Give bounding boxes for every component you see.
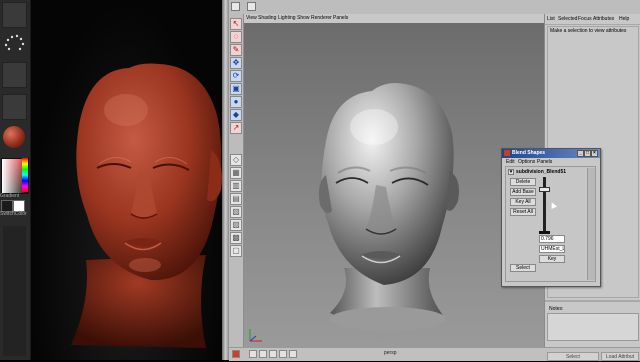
- selected-menu[interactable]: Selected: [558, 14, 577, 24]
- soft-mod-tool-icon[interactable]: ◆: [230, 109, 242, 121]
- attributes-menu[interactable]: Attributes: [593, 14, 614, 24]
- window-app-icon: [504, 150, 510, 156]
- blend-shapes-titlebar[interactable]: Blend Shapes _ □ ×: [502, 149, 600, 158]
- status-dropdown-icon[interactable]: [247, 2, 256, 11]
- toolbox: ↖ ◌ ✎ ✥ ⟳ ▣ ● ◆ ↗ ◇ ▦ ▥ ▤ ▧ ▨ ▩ ▢: [229, 14, 244, 360]
- shelf-icon-2[interactable]: [259, 350, 267, 358]
- view-menu[interactable]: View: [246, 14, 257, 23]
- alpha-slot[interactable]: [2, 62, 27, 88]
- panels-menu[interactable]: Panels: [333, 14, 348, 23]
- gradient-label: Gradient: [0, 193, 20, 199]
- no-selection-message: Make a selection to view attributes: [550, 28, 627, 34]
- red-head-sculpt: [71, 63, 222, 348]
- panels-menu[interactable]: Panels: [537, 158, 552, 166]
- select-tool-icon[interactable]: ↖: [230, 18, 242, 30]
- blend-node-name: subdivision_Blend51: [516, 169, 567, 175]
- blend-shape-panel: ▾ subdivision_Blend51 Delete Add Base Ke…: [505, 166, 596, 282]
- window-divider: [222, 0, 229, 360]
- help-menu[interactable]: Help: [619, 14, 629, 24]
- viewport-menubar: View Shading Lighting Show Renderer Pane…: [244, 14, 544, 23]
- lasso-tool-icon[interactable]: ◌: [230, 31, 242, 43]
- manipulator-tool-icon[interactable]: ●: [230, 96, 242, 108]
- reset-all-button[interactable]: Reset All: [510, 208, 536, 216]
- lighting-menu[interactable]: Lighting: [278, 14, 296, 23]
- shelf-icon-5[interactable]: [289, 350, 297, 358]
- layout-side-icon[interactable]: ▥: [230, 180, 242, 192]
- collapse-arrow-icon[interactable]: ▾: [508, 169, 514, 175]
- layout-script-icon[interactable]: ▢: [230, 245, 242, 257]
- hue-strip[interactable]: [22, 158, 28, 192]
- zbrush-canvas[interactable]: [31, 0, 222, 360]
- key-all-button[interactable]: Key All: [510, 198, 536, 206]
- shading-menu[interactable]: Shading: [258, 14, 276, 23]
- notes-field[interactable]: [547, 313, 639, 341]
- shelf-icon-3[interactable]: [269, 350, 277, 358]
- layout-outliner-icon[interactable]: ▧: [230, 206, 242, 218]
- maximize-icon[interactable]: □: [584, 150, 591, 157]
- weight-value-field[interactable]: 0.796: [539, 235, 565, 243]
- material-sphere-icon[interactable]: [3, 126, 25, 148]
- notes-label: Notes:: [549, 306, 564, 312]
- tray-empty-area: [3, 226, 26, 356]
- list-menu[interactable]: List: [547, 14, 555, 24]
- layout-graph-icon[interactable]: ▨: [230, 219, 242, 231]
- key-button[interactable]: Key: [539, 255, 565, 263]
- select-button[interactable]: Select: [510, 264, 536, 272]
- move-tool-icon[interactable]: ✥: [230, 57, 242, 69]
- edit-menu[interactable]: Edit: [506, 158, 515, 166]
- notes-divider[interactable]: [545, 300, 640, 302]
- options-menu[interactable]: Options: [518, 158, 535, 166]
- stroke-dots-icon[interactable]: [2, 32, 27, 56]
- last-tool-icon[interactable]: ↗: [230, 122, 242, 134]
- blend-node-row: ▾ subdivision_Blend51: [508, 168, 594, 176]
- menu-set-icon[interactable]: [231, 2, 240, 11]
- shelf-icon-1[interactable]: [249, 350, 257, 358]
- weight-slider-end: [539, 231, 550, 234]
- add-base-button[interactable]: Add Base: [510, 188, 536, 196]
- maya-logo-icon: [232, 350, 240, 358]
- switch-color-label: SwitchColor: [0, 211, 27, 217]
- grey-head-model: [249, 83, 459, 342]
- vertical-scrollbar[interactable]: [587, 168, 595, 280]
- camera-name-label: persp: [384, 350, 397, 356]
- persp-viewport[interactable]: [244, 23, 544, 348]
- close-icon[interactable]: ×: [591, 150, 598, 157]
- blend-shapes-menubar: Edit Options Panels: [502, 158, 600, 166]
- zbrush-tray: Gradient SwitchColor: [0, 0, 31, 360]
- minimize-icon[interactable]: _: [577, 150, 584, 157]
- weight-slider-track[interactable]: [543, 177, 546, 232]
- layout-stacked-icon[interactable]: ▤: [230, 193, 242, 205]
- target-name-field[interactable]: UHMEst_Lo: [539, 245, 565, 253]
- layout-hypershade-icon[interactable]: ▩: [230, 232, 242, 244]
- rotate-tool-icon[interactable]: ⟳: [230, 70, 242, 82]
- texture-slot[interactable]: [2, 94, 27, 120]
- layout-four-icon[interactable]: ▦: [230, 167, 242, 179]
- window-title: Blend Shapes: [512, 150, 546, 156]
- blend-shapes-window: Blend Shapes _ □ × Edit Options Panels ▾…: [501, 148, 601, 287]
- maya-status-strip: [229, 0, 640, 15]
- weight-slider-handle[interactable]: [539, 187, 550, 193]
- shelf-icon-4[interactable]: [279, 350, 287, 358]
- paint-tool-icon[interactable]: ✎: [230, 44, 242, 56]
- attribute-editor-menubar: List Selected Focus Attributes Help: [545, 14, 640, 25]
- renderer-menu[interactable]: Renderer: [311, 14, 332, 23]
- mouse-cursor-icon: [549, 201, 557, 209]
- delete-button[interactable]: Delete: [510, 178, 536, 186]
- show-menu[interactable]: Show: [297, 14, 310, 23]
- focus-menu[interactable]: Focus: [578, 14, 592, 24]
- brush-slot[interactable]: [2, 2, 27, 28]
- layout-single-icon[interactable]: ◇: [230, 154, 242, 166]
- scale-tool-icon[interactable]: ▣: [230, 83, 242, 95]
